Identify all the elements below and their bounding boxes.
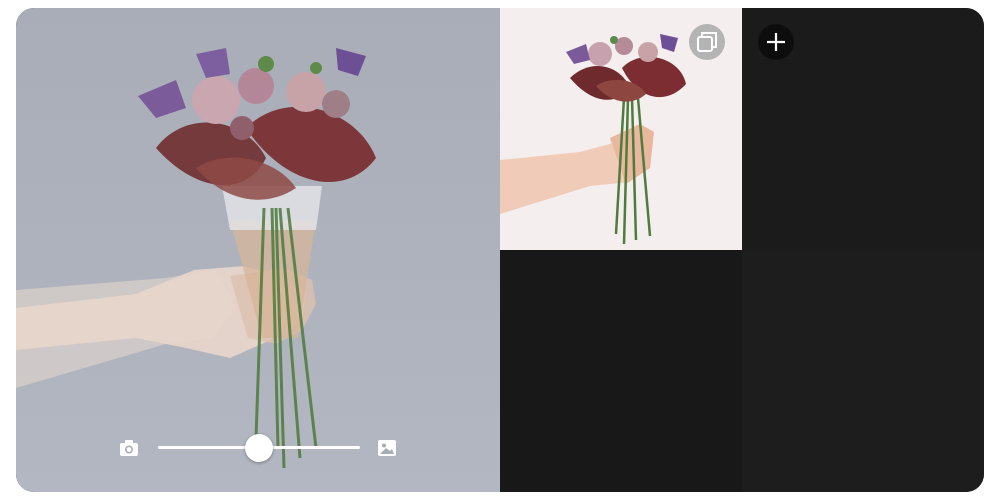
photo-slot-2[interactable] [742, 8, 984, 250]
app-window [16, 8, 984, 492]
opacity-slider-track[interactable] [158, 433, 360, 462]
opacity-slider-row [118, 433, 398, 463]
photo-grid [500, 8, 984, 492]
opacity-slider-thumb[interactable] [245, 433, 273, 462]
preview-scene [16, 48, 376, 469]
photo-slot-1[interactable] [500, 8, 742, 250]
layers-button[interactable] [689, 24, 725, 60]
add-icon [767, 33, 785, 51]
add-photo-button[interactable] [758, 24, 794, 60]
camera-icon[interactable] [118, 437, 140, 459]
image-icon[interactable] [376, 437, 398, 459]
layers-icon [697, 32, 717, 52]
camera-preview[interactable] [16, 8, 500, 492]
photo-slot-4[interactable] [742, 250, 984, 492]
photo-slot-3[interactable] [500, 250, 742, 492]
